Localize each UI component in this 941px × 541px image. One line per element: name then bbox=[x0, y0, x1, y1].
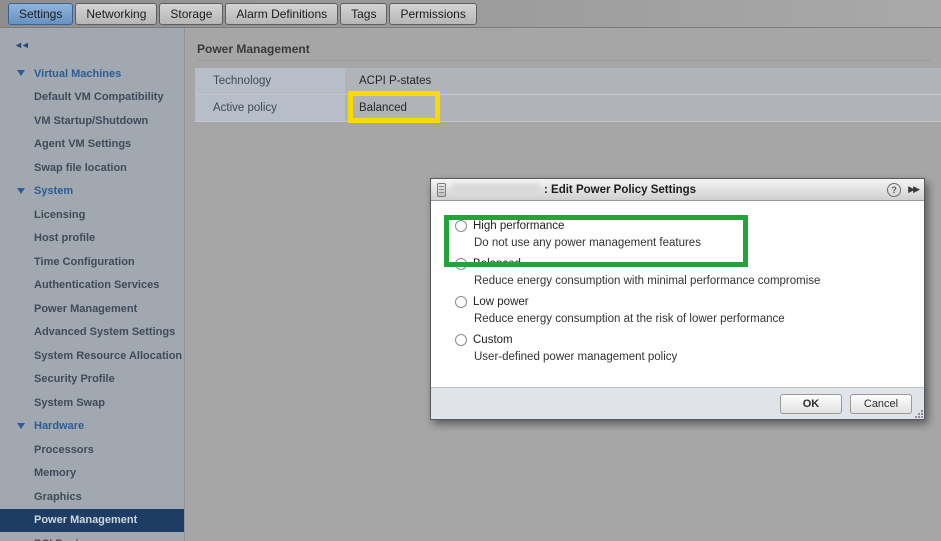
sidebar-item-label: Security Profile bbox=[34, 373, 115, 386]
sidebar-item-authentication-services[interactable]: Authentication Services bbox=[0, 274, 184, 298]
sidebar-item-label: System Resource Allocation bbox=[34, 349, 183, 362]
sidebar-item-label: Power Management bbox=[34, 514, 138, 527]
chevron-down-icon bbox=[17, 187, 25, 194]
sidebar-group-virtual-machines[interactable]: Virtual Machines bbox=[0, 62, 184, 86]
sidebar-group-hardware[interactable]: Hardware bbox=[0, 415, 184, 439]
radio-balanced[interactable]: Balanced bbox=[455, 255, 924, 272]
sidebar-item-security-profile[interactable]: Security Profile bbox=[0, 368, 184, 392]
collapse-sidebar-icon[interactable]: ◄◄ bbox=[14, 40, 30, 50]
sidebar-item-licensing[interactable]: Licensing bbox=[0, 203, 184, 227]
cancel-button[interactable]: Cancel bbox=[850, 393, 912, 414]
tab-tags[interactable]: Tags bbox=[340, 2, 388, 25]
radio-custom[interactable]: Custom bbox=[455, 331, 924, 348]
sidebar-item-advanced-system-settings[interactable]: Advanced System Settings bbox=[0, 321, 184, 345]
dialog-title: : Edit Power Policy Settings bbox=[544, 183, 697, 196]
chevron-down-icon bbox=[17, 422, 25, 429]
sidebar-item-agent-vm-settings[interactable]: Agent VM Settings bbox=[0, 133, 184, 157]
radio-icon[interactable] bbox=[455, 257, 467, 270]
option-high-performance: High performance Do not use any power ma… bbox=[455, 217, 924, 249]
dialog-footer: OK Cancel bbox=[431, 387, 924, 419]
tab-alarm-definitions[interactable]: Alarm Definitions bbox=[225, 2, 339, 25]
row-label: Technology bbox=[195, 68, 345, 95]
edit-power-policy-dialog: : Edit Power Policy Settings ? ▶▶ High p… bbox=[430, 178, 925, 420]
option-label: Custom bbox=[473, 333, 513, 346]
sidebar-group-label: System bbox=[34, 185, 74, 198]
table-row-active-policy: Active policy Balanced bbox=[195, 95, 941, 122]
option-custom: Custom User-defined power management pol… bbox=[455, 331, 924, 363]
option-label: Balanced bbox=[473, 257, 521, 270]
sidebar-item-label: Swap file location bbox=[34, 161, 127, 174]
dialog-body: High performance Do not use any power ma… bbox=[431, 201, 924, 367]
sidebar-item-label: Licensing bbox=[34, 208, 86, 221]
tab-networking[interactable]: Networking bbox=[75, 2, 158, 25]
row-value: Balanced bbox=[345, 95, 941, 122]
sidebar-item-power-management-system[interactable]: Power Management bbox=[0, 297, 184, 321]
radio-icon[interactable] bbox=[455, 333, 467, 346]
sidebar-item-label: Memory bbox=[34, 467, 77, 480]
chevron-down-icon bbox=[17, 70, 25, 76]
double-arrow-icon[interactable]: ▶▶ bbox=[908, 184, 920, 195]
radio-high-performance[interactable]: High performance bbox=[455, 217, 924, 234]
sidebar-item-vm-startup-shutdown[interactable]: VM Startup/Shutdown bbox=[0, 109, 184, 133]
sidebar-item-system-resource-allocation[interactable]: System Resource Allocation bbox=[0, 344, 184, 368]
option-description: Do not use any power management features bbox=[474, 237, 701, 249]
sidebar-group-label: Hardware bbox=[34, 420, 85, 433]
settings-sidebar: ◄◄ Virtual Machines Default VM Compatibi… bbox=[0, 28, 185, 541]
sidebar-item-label: VM Startup/Shutdown bbox=[34, 114, 149, 127]
sidebar-item-label: Authentication Services bbox=[34, 279, 160, 292]
sidebar-item-label: Power Management bbox=[34, 302, 138, 315]
page-title: Power Management bbox=[197, 42, 310, 56]
option-label: Low power bbox=[473, 295, 529, 308]
sidebar-item-pci-devices[interactable]: PCI Devices bbox=[0, 532, 184, 541]
redacted-hostname bbox=[452, 183, 540, 196]
radio-icon[interactable] bbox=[455, 219, 467, 232]
sidebar-item-memory[interactable]: Memory bbox=[0, 462, 184, 486]
sidebar-item-label: Advanced System Settings bbox=[34, 326, 176, 339]
tab-permissions[interactable]: Permissions bbox=[389, 2, 477, 25]
row-label: Active policy bbox=[195, 95, 345, 122]
sidebar-item-label: System Swap bbox=[34, 396, 105, 409]
sidebar-item-swap-file-location[interactable]: Swap file location bbox=[0, 156, 184, 180]
sidebar-group-label: Virtual Machines bbox=[34, 67, 122, 80]
sidebar-item-graphics[interactable]: Graphics bbox=[0, 485, 184, 509]
title-divider bbox=[197, 60, 931, 61]
sidebar-item-system-swap[interactable]: System Swap bbox=[0, 391, 184, 415]
sidebar-item-default-vm-compatibility[interactable]: Default VM Compatibility bbox=[0, 86, 184, 110]
sidebar-item-label: Default VM Compatibility bbox=[34, 91, 164, 104]
sidebar-group-system[interactable]: System bbox=[0, 180, 184, 204]
ok-button[interactable]: OK bbox=[780, 393, 842, 414]
option-low-power: Low power Reduce energy consumption at t… bbox=[455, 293, 924, 325]
sidebar-item-label: Time Configuration bbox=[34, 255, 135, 268]
option-description: Reduce energy consumption with minimal p… bbox=[474, 275, 821, 287]
sidebar-item-power-management-hardware[interactable]: Power Management bbox=[0, 508, 184, 532]
sidebar-item-host-profile[interactable]: Host profile bbox=[0, 227, 184, 251]
option-balanced: Balanced Reduce energy consumption with … bbox=[455, 255, 924, 287]
sidebar-item-label: Host profile bbox=[34, 232, 96, 245]
option-description: User-defined power management policy bbox=[474, 351, 678, 363]
sidebar-item-label: Agent VM Settings bbox=[34, 138, 132, 151]
table-row-technology: Technology ACPI P-states bbox=[195, 68, 941, 95]
dialog-title-bar[interactable]: : Edit Power Policy Settings ? ▶▶ bbox=[431, 179, 924, 201]
sidebar-item-label: Graphics bbox=[34, 490, 82, 503]
sidebar-item-time-configuration[interactable]: Time Configuration bbox=[0, 250, 184, 274]
sidebar-nav-list: Virtual Machines Default VM Compatibilit… bbox=[0, 62, 184, 541]
tab-storage[interactable]: Storage bbox=[159, 2, 224, 25]
option-label: High performance bbox=[473, 219, 565, 232]
option-description: Reduce energy consumption at the risk of… bbox=[474, 313, 785, 325]
vsphere-settings-screen: Settings Networking Storage Alarm Defini… bbox=[0, 0, 941, 541]
host-icon bbox=[437, 182, 446, 197]
tab-settings[interactable]: Settings bbox=[8, 2, 74, 25]
radio-low-power[interactable]: Low power bbox=[455, 293, 924, 310]
row-value: ACPI P-states bbox=[345, 68, 941, 95]
top-tab-bar: Settings Networking Storage Alarm Defini… bbox=[0, 0, 941, 28]
radio-icon[interactable] bbox=[455, 295, 467, 308]
help-icon[interactable]: ? bbox=[887, 182, 902, 197]
sidebar-item-processors[interactable]: Processors bbox=[0, 438, 184, 462]
sidebar-item-label: Processors bbox=[34, 443, 94, 456]
resize-grip[interactable] bbox=[914, 409, 923, 418]
